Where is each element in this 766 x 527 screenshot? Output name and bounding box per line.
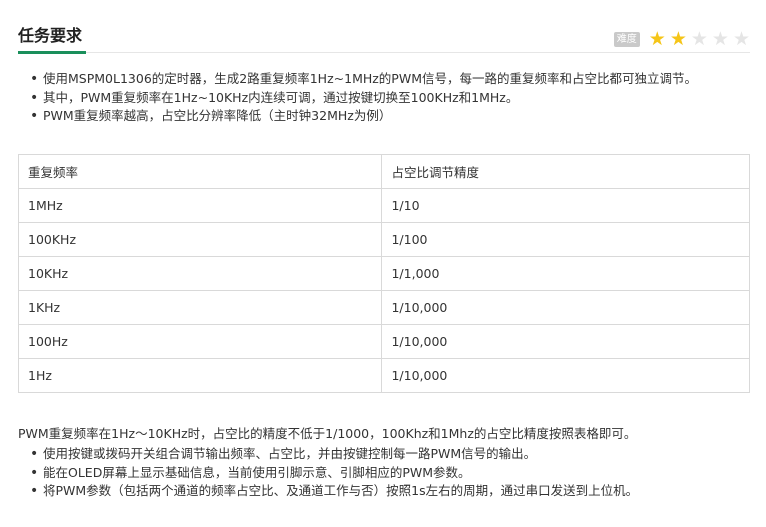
list-item: 能在OLED屏幕上显示基础信息，当前使用引脚示意、引脚相应的PWM参数。 [28, 464, 750, 483]
column-header: 重复频率 [17, 154, 383, 189]
duty-precision-table: 重复频率 占空比调节精度 1MHz 1/10 100KHz 1/100 10KH… [17, 154, 750, 393]
star-icon: ★ [711, 28, 729, 50]
table-cell: 1Hz [17, 358, 383, 393]
table-row: 1KHz 1/10,000 [17, 290, 750, 325]
list-item: 其中，PWM重复频率在1Hz~10KHz内连续可调，通过按键切换至100KHz和… [28, 89, 750, 108]
table-cell: 1KHz [17, 290, 383, 325]
table-cell: 10KHz [17, 256, 383, 291]
table-header-row: 重复频率 占空比调节精度 [17, 154, 750, 189]
difficulty-label: 难度 [613, 32, 640, 47]
star-icon: ★ [669, 28, 687, 50]
precision-note: PWM重复频率在1Hz～10KHz时，占空比的精度不低于1/1000，100Kh… [18, 426, 637, 441]
list-item: 使用MSPM0L1306的定时器，生成2路重复频率1Hz~1MHz的PWM信号，… [28, 70, 750, 89]
list-item: PWM重复频率越高，占空比分辨率降低（主时钟32MHz为例） [28, 107, 750, 126]
table-cell: 1/10 [381, 188, 750, 223]
section-header: 任务要求 难度 ★ ★ ★ ★ ★ [18, 20, 750, 54]
table-cell: 100KHz [17, 222, 383, 257]
star-icon: ★ [648, 28, 666, 50]
star-icon: ★ [732, 28, 750, 50]
table-row: 10KHz 1/1,000 [17, 256, 750, 291]
requirements-list: 使用MSPM0L1306的定时器，生成2路重复频率1Hz~1MHz的PWM信号，… [28, 70, 750, 126]
table-row: 1Hz 1/10,000 [17, 358, 750, 393]
table-row: 100Hz 1/10,000 [17, 324, 750, 359]
section-title: 任务要求 [18, 26, 83, 45]
list-item: 使用按键或拨码开关组合调节输出频率、占空比，并由按键控制每一路PWM信号的输出。 [28, 445, 750, 464]
table-cell: 1/10,000 [381, 358, 750, 393]
table-row: 100KHz 1/100 [17, 222, 750, 257]
list-item: 将PWM参数（包括两个通道的频率占空比、及通道工作与否）按照1s左右的周期，通过… [28, 482, 750, 501]
column-header: 占空比调节精度 [381, 154, 750, 189]
table-cell: 1/100 [381, 222, 750, 257]
table-cell: 1/10,000 [381, 290, 750, 325]
difficulty-rating: 难度 ★ ★ ★ ★ ★ [613, 28, 750, 50]
table-cell: 100Hz [17, 324, 383, 359]
title-underline [18, 51, 86, 54]
star-icon: ★ [690, 28, 708, 50]
extra-requirements-list: 使用按键或拨码开关组合调节输出频率、占空比，并由按键控制每一路PWM信号的输出。… [28, 445, 750, 501]
table-cell: 1/10,000 [381, 324, 750, 359]
table-row: 1MHz 1/10 [17, 188, 750, 223]
table-cell: 1MHz [17, 188, 383, 223]
table-cell: 1/1,000 [381, 256, 750, 291]
